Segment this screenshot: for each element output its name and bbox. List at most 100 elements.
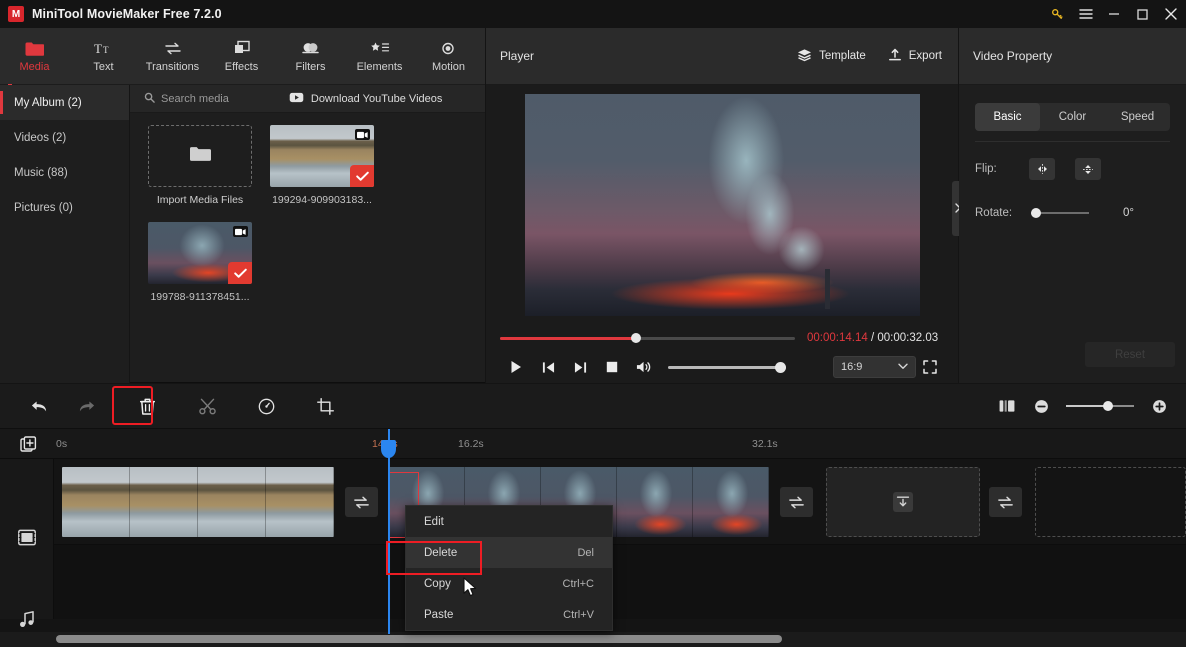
video-preview[interactable] <box>524 94 920 316</box>
tab-basic[interactable]: Basic <box>975 103 1040 131</box>
current-time: 00:00:14.14 <box>807 332 868 344</box>
close-icon[interactable] <box>1156 0 1186 28</box>
media-category-my-album[interactable]: My Album (2) <box>0 85 129 120</box>
media-category-videos[interactable]: Videos (2) <box>0 120 129 155</box>
volume-handle[interactable] <box>775 361 786 373</box>
template-button[interactable]: Template <box>797 48 866 65</box>
timeline-clip[interactable] <box>62 467 334 537</box>
clip-frame <box>62 467 130 537</box>
playhead-handle[interactable] <box>381 440 396 458</box>
undo-button[interactable] <box>22 391 56 421</box>
selected-check-icon[interactable] <box>350 165 374 187</box>
zoom-slider[interactable] <box>1066 401 1134 411</box>
player-header: Player Template Export <box>486 28 958 85</box>
zoom-in-icon[interactable] <box>1142 391 1176 421</box>
ribbon-tab-text[interactable]: TT Text <box>69 28 138 85</box>
media-item[interactable]: 199788-911378451... <box>148 222 252 303</box>
previous-frame-button[interactable] <box>532 351 564 383</box>
drop-slot[interactable] <box>1035 467 1186 537</box>
context-menu-item-copy[interactable]: Copy Ctrl+C <box>406 568 612 599</box>
media-category-music[interactable]: Music (88) <box>0 155 129 190</box>
export-label: Export <box>908 50 942 62</box>
timeline-ruler[interactable]: 0s 14.6s 16.2s 32.1s <box>0 429 1186 459</box>
zoom-out-icon[interactable] <box>1024 391 1058 421</box>
transition-arrows-icon[interactable] <box>345 487 378 517</box>
video-type-icon <box>233 226 248 237</box>
ruler-tick: 16.2s <box>458 438 484 450</box>
audio-track[interactable] <box>54 545 1186 619</box>
ribbon-tab-transitions[interactable]: Transitions <box>138 28 207 85</box>
media-thumbnail[interactable] <box>270 125 374 187</box>
ribbon-tab-filters[interactable]: Filters <box>276 28 345 85</box>
aspect-ratio-select[interactable]: 16:9 <box>833 356 916 378</box>
search-media-box[interactable]: Search media <box>144 90 229 108</box>
next-frame-button[interactable] <box>564 351 596 383</box>
rotate-row: Rotate: 0° <box>959 196 1186 230</box>
clip-frames <box>62 467 334 537</box>
rotate-handle[interactable] <box>1031 208 1041 218</box>
player-title: Player <box>500 49 535 63</box>
media-category-pictures[interactable]: Pictures (0) <box>0 190 129 225</box>
context-menu-item-edit[interactable]: Edit <box>406 506 612 537</box>
fit-to-timeline-icon[interactable] <box>990 391 1024 421</box>
media-thumbnail[interactable] <box>148 222 252 284</box>
transition-arrows-icon[interactable] <box>780 487 813 517</box>
filters-icon <box>301 39 320 57</box>
split-button[interactable] <box>190 391 224 421</box>
import-media-files-button[interactable] <box>148 125 252 187</box>
download-youtube-videos-button[interactable]: Download YouTube Videos <box>289 92 442 106</box>
flip-horizontal-icon[interactable] <box>1029 158 1055 180</box>
timeline-horizontal-scrollbar[interactable] <box>0 632 1186 647</box>
category-label: Pictures (0) <box>14 201 73 214</box>
volume-icon[interactable] <box>628 351 660 383</box>
clip-frame <box>130 467 198 537</box>
tab-color[interactable]: Color <box>1040 103 1105 131</box>
tab-speed[interactable]: Speed <box>1105 103 1170 131</box>
menu-shortcut: Del <box>577 546 594 559</box>
playback-buttons: 16:9 <box>500 351 944 383</box>
export-button[interactable]: Export <box>888 48 942 65</box>
video-track[interactable] <box>54 459 1186 545</box>
flip-vertical-icon[interactable] <box>1075 158 1101 180</box>
property-tabs: Basic Color Speed <box>975 103 1170 131</box>
aspect-ratio-value: 16:9 <box>841 361 863 373</box>
rotate-label: Rotate: <box>975 207 1013 219</box>
ribbon-tab-motion[interactable]: Motion <box>414 28 483 85</box>
speed-button[interactable] <box>249 391 283 421</box>
seek-slider[interactable] <box>500 333 795 343</box>
template-label: Template <box>819 50 866 62</box>
ribbon-tab-effects[interactable]: Effects <box>207 28 276 85</box>
menu-label: Delete <box>424 546 458 559</box>
zoom-handle[interactable] <box>1103 401 1114 411</box>
chevron-down-icon <box>898 361 908 373</box>
minimize-icon[interactable] <box>1100 0 1128 28</box>
ribbon-tab-elements[interactable]: Elements <box>345 28 414 85</box>
selected-check-icon[interactable] <box>228 262 252 284</box>
maximize-icon[interactable] <box>1128 0 1156 28</box>
scrollbar-thumb[interactable] <box>56 635 782 643</box>
ribbon-label: Text <box>93 61 114 73</box>
hamburger-menu-icon[interactable] <box>1072 0 1100 28</box>
drop-slot[interactable] <box>826 467 980 537</box>
video-type-icon <box>355 129 370 140</box>
reset-button[interactable]: Reset <box>1085 342 1175 367</box>
import-media-cell[interactable]: Import Media Files <box>148 125 252 206</box>
search-input[interactable]: Search media <box>161 93 229 105</box>
transition-arrows-icon[interactable] <box>989 487 1022 517</box>
add-clip-icon[interactable] <box>893 492 913 512</box>
redo-button[interactable] <box>70 391 104 421</box>
seek-handle[interactable] <box>630 333 641 343</box>
context-menu-item-delete[interactable]: Delete Del <box>406 537 612 568</box>
context-menu-item-paste[interactable]: Paste Ctrl+V <box>406 599 612 630</box>
crop-button[interactable] <box>308 391 342 421</box>
ribbon-tab-media[interactable]: Media <box>0 28 69 85</box>
rotate-slider[interactable] <box>1031 208 1089 218</box>
key-icon[interactable] <box>1042 0 1072 28</box>
play-button[interactable] <box>500 351 532 383</box>
fullscreen-icon[interactable] <box>916 353 944 381</box>
add-media-icon[interactable] <box>18 434 38 454</box>
media-item[interactable]: 199294-909903183... <box>270 125 374 206</box>
volume-slider[interactable] <box>668 361 786 373</box>
stop-button[interactable] <box>596 351 628 383</box>
delete-button[interactable] <box>130 391 164 421</box>
